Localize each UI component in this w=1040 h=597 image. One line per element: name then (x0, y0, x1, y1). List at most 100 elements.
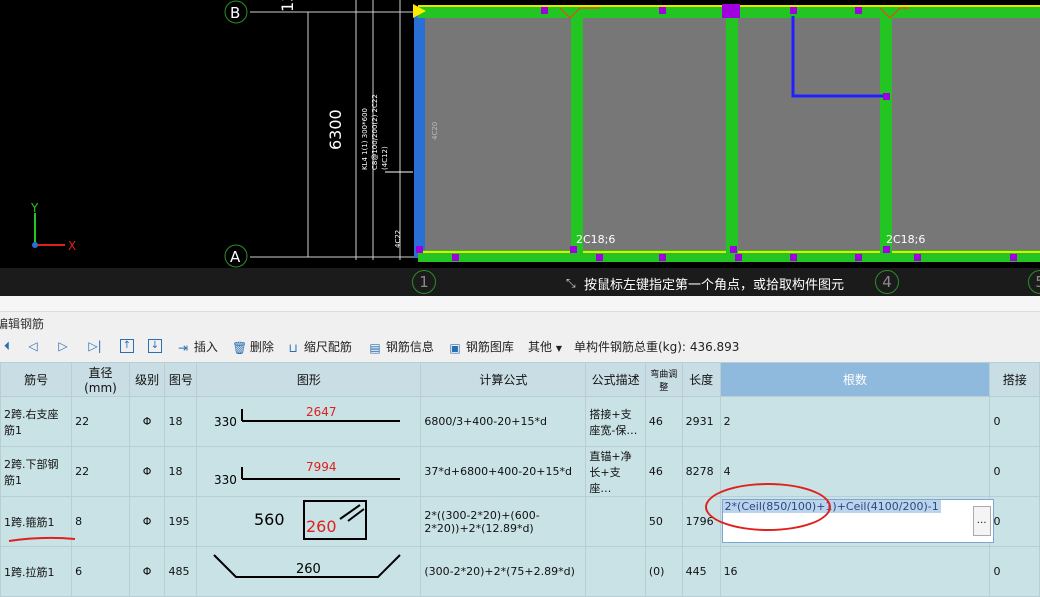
next-icon: ▷ (58, 338, 68, 353)
panel-splitter[interactable] (0, 296, 1040, 312)
col-bar-no[interactable]: 筋号 (0, 362, 73, 397)
table-row[interactable]: 2跨.下部钢筋1 22 Φ 18 330 7994 37*d+6800+400-… (0, 446, 1040, 497)
cell-bar-no[interactable]: 2跨.右支座筋1 (0, 396, 73, 447)
cell-formula-desc[interactable]: 搭接+支座宽-保… (585, 396, 646, 447)
scale-label: 缩尺配筋 (303, 340, 352, 354)
col-figure-no[interactable]: 图号 (164, 362, 198, 397)
cell-formula[interactable]: 37*d+6800+400-20+15*d (420, 446, 587, 497)
scale-rebar-button[interactable]: ⊔ 缩尺配筋 (286, 338, 352, 355)
rebar-library-button[interactable]: ▣ 钢筋图库 (448, 338, 514, 355)
col-diameter[interactable]: 直径(mm) (71, 362, 130, 397)
delete-button[interactable]: 🗑 删除 (232, 338, 274, 355)
cell-shape[interactable]: 330 7994 (196, 446, 422, 497)
cell-count[interactable]: 2 (719, 396, 991, 447)
cell-bend-adjust[interactable]: 46 (644, 446, 683, 497)
cell-figure-no[interactable]: 485 (164, 546, 198, 597)
cell-formula-desc[interactable] (585, 496, 646, 547)
rebar-toolbar: ⏴ ◁ ▷ ▷| ↑ ↓ ⇥ 插入 🗑 删除 ⊔ 缩尺配筋 ▤ 钢筋信息 ▣ 钢… (0, 334, 1040, 358)
cell-grade[interactable]: Φ (128, 496, 166, 547)
beam-v1 (571, 10, 583, 258)
arrow-up-icon: ↑ (120, 338, 134, 353)
cell-formula-desc[interactable] (585, 546, 646, 597)
cell-figure-no[interactable]: 18 (164, 396, 198, 447)
col-grade[interactable]: 级别 (128, 362, 166, 397)
cell-diameter[interactable]: 22 (71, 446, 130, 497)
cell-grade[interactable]: Φ (128, 396, 166, 447)
cell-count[interactable]: 16 (719, 546, 991, 597)
cell-lap[interactable]: 0 (989, 496, 1040, 547)
cell-bend-adjust[interactable]: (0) (644, 546, 683, 597)
cell-formula[interactable]: 2*((300-2*20)+(600-2*20))+2*(12.89*d) (420, 496, 587, 547)
cell-figure-no[interactable]: 195 (164, 496, 198, 547)
cell-lap[interactable]: 0 (989, 396, 1040, 447)
cell-formula[interactable]: 6800/3+400-20+15*d (420, 396, 587, 447)
first-record-button[interactable]: ⏴ (0, 338, 14, 354)
cell-diameter[interactable]: 8 (71, 496, 130, 547)
rebar-info-button[interactable]: ▤ 钢筋信息 (368, 338, 434, 355)
cad-drawing[interactable]: B A 13 6300 KL4 1(1) 300*600 C8@100/200(… (0, 0, 1040, 295)
next-record-button[interactable]: ▷ (56, 338, 70, 354)
axis-label-b: B (230, 4, 240, 22)
col-length[interactable]: 长度 (681, 362, 721, 397)
cell-length[interactable]: 445 (681, 546, 721, 597)
shape-l-bar: 330 2647 (214, 405, 401, 429)
cell-shape[interactable]: 330 2647 (196, 396, 422, 447)
shape-stirrup: 560 260 (254, 500, 368, 540)
insert-label: 插入 (193, 340, 218, 354)
insert-button[interactable]: ⇥ 插入 (176, 338, 218, 355)
col-formula[interactable]: 计算公式 (420, 362, 587, 397)
cell-bar-no[interactable]: 1跨.箍筋1 (0, 496, 76, 547)
prev-record-button[interactable]: ◁ (26, 338, 40, 354)
ucs-x-label: X (68, 239, 76, 253)
table-row[interactable]: 1跨.拉筋1 6 Φ 485 260 (300-2*20)+2*(75+2.89… (0, 546, 1040, 597)
shape-dim-2: 260 (296, 562, 321, 577)
cell-bend-adjust[interactable]: 46 (644, 396, 683, 447)
col-lap[interactable]: 搭接 (989, 362, 1040, 397)
ruler-icon: ⊔ (288, 340, 298, 355)
cell-lap[interactable]: 0 (989, 546, 1040, 597)
cell-length[interactable]: 8278 (681, 446, 721, 497)
table-row[interactable]: 2跨.右支座筋1 22 Φ 18 330 2647 6800/3+400-20+… (0, 396, 1040, 447)
rebar-label-2: 2C18;6 (886, 233, 925, 246)
table-row[interactable]: 1跨.箍筋1 8 Φ 195 560 260 2*((300-2*20)+(60… (0, 483, 1040, 547)
cell-grade[interactable]: Φ (128, 446, 166, 497)
crosshair-icon: ⤡ (566, 276, 576, 290)
move-down-button[interactable]: ↓ (148, 338, 162, 354)
red-underline-annotation (8, 536, 76, 542)
col-shape[interactable]: 图形 (196, 362, 422, 397)
red-circle-annotation (704, 483, 831, 531)
cell-bend-adjust[interactable]: 50 (644, 496, 683, 547)
cell-formula[interactable]: (300-2*20)+2*(75+2.89*d) (420, 546, 587, 597)
info-label: 钢筋信息 (385, 340, 434, 354)
hint-text: 按鼠标左键指定第一个角点，或拾取构件图元 (584, 278, 845, 293)
last-record-button[interactable]: ▷| (88, 338, 102, 354)
other-dropdown[interactable]: 其他 ▼ (528, 338, 562, 354)
other-label: 其他 (528, 340, 553, 354)
ellipsis-button[interactable]: … (972, 506, 991, 536)
shape-tie: 260 (213, 554, 402, 578)
cell-bar-no[interactable]: 1跨.拉筋1 (0, 546, 73, 597)
col-bend-adjust[interactable]: 弯曲调整 (644, 362, 683, 397)
cell-grade[interactable]: Φ (128, 546, 166, 597)
cell-diameter[interactable]: 22 (71, 396, 130, 447)
info-list-icon: ▤ (369, 340, 381, 355)
cell-formula-desc[interactable]: 直锚+净长+支座… (585, 446, 646, 497)
cell-shape[interactable]: 560 260 (196, 496, 422, 547)
cell-count-editing[interactable]: 2*(Ceil(850/100)+1)+Ceil(4100/200)-1 … (704, 483, 994, 547)
cell-diameter[interactable]: 6 (71, 546, 130, 597)
cell-shape[interactable]: 260 (196, 546, 422, 597)
move-up-button[interactable]: ↑ (120, 338, 134, 354)
shape-dim-1: 560 (254, 510, 285, 529)
cell-bar-no[interactable]: 2跨.下部钢筋1 (0, 446, 73, 497)
shape-dim-2: 7994 (306, 460, 337, 474)
axis-label-a: A (230, 248, 241, 266)
beam-annot-left1: 4C20 (431, 122, 439, 140)
cell-figure-no[interactable]: 18 (164, 446, 198, 497)
panel-title: 编辑钢筋 (0, 317, 45, 331)
beam-annot-3: (4C12) (381, 146, 389, 170)
cad-canvas[interactable]: B A 13 6300 KL4 1(1) 300*600 C8@100/200(… (0, 0, 1040, 295)
cell-lap[interactable]: 0 (989, 446, 1040, 497)
cell-length[interactable]: 2931 (681, 396, 721, 447)
col-formula-desc[interactable]: 公式描述 (585, 362, 646, 397)
col-count[interactable]: 根数 (719, 362, 991, 397)
